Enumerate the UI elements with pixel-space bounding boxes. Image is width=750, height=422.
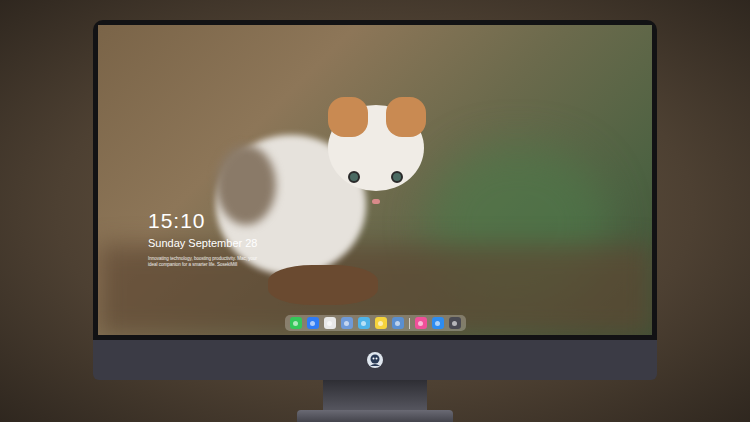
monitor-neck (323, 380, 427, 410)
app-glyph-icon (452, 321, 457, 326)
app-glyph-icon (293, 321, 298, 326)
tagline: Innovating technology, boosting producti… (148, 256, 260, 268)
dock-app-icon[interactable] (449, 317, 461, 329)
app-glyph-icon (310, 321, 315, 326)
monitor-bezel: 15:10 Sunday September 28 Innovating tec… (93, 20, 657, 340)
dock-app-icon[interactable] (375, 317, 387, 329)
dock-app-icon[interactable] (432, 317, 444, 329)
monitor-chin (93, 340, 657, 380)
dock-app-icon[interactable] (415, 317, 427, 329)
monitor-base (297, 410, 453, 422)
clock-date: Sunday September 28 (148, 236, 260, 250)
dock-app-icon[interactable] (341, 317, 353, 329)
dock-app-icon[interactable] (392, 317, 404, 329)
clock-panel: 15:10 Sunday September 28 Innovating tec… (148, 208, 260, 268)
app-glyph-icon (361, 321, 366, 326)
app-glyph-icon (395, 321, 400, 326)
app-glyph-icon (327, 321, 332, 326)
dock-app-icon[interactable] (290, 317, 302, 329)
lock-screen: 15:10 Sunday September 28 Innovating tec… (98, 25, 652, 335)
app-glyph-icon (435, 321, 440, 326)
dock-app-icon[interactable] (358, 317, 370, 329)
clock-time: 15:10 (148, 208, 260, 234)
dock-separator (409, 318, 410, 329)
dock-area (98, 315, 652, 331)
app-glyph-icon (378, 321, 383, 326)
app-glyph-icon (344, 321, 349, 326)
dock-app-icon[interactable] (307, 317, 319, 329)
dock-app-icon[interactable] (324, 317, 336, 329)
brand-logo-icon (366, 351, 384, 369)
desktop-mockup: 15:10 Sunday September 28 Innovating tec… (0, 0, 750, 422)
dock (285, 315, 466, 331)
app-glyph-icon (418, 321, 423, 326)
wallpaper-photo (98, 25, 652, 335)
